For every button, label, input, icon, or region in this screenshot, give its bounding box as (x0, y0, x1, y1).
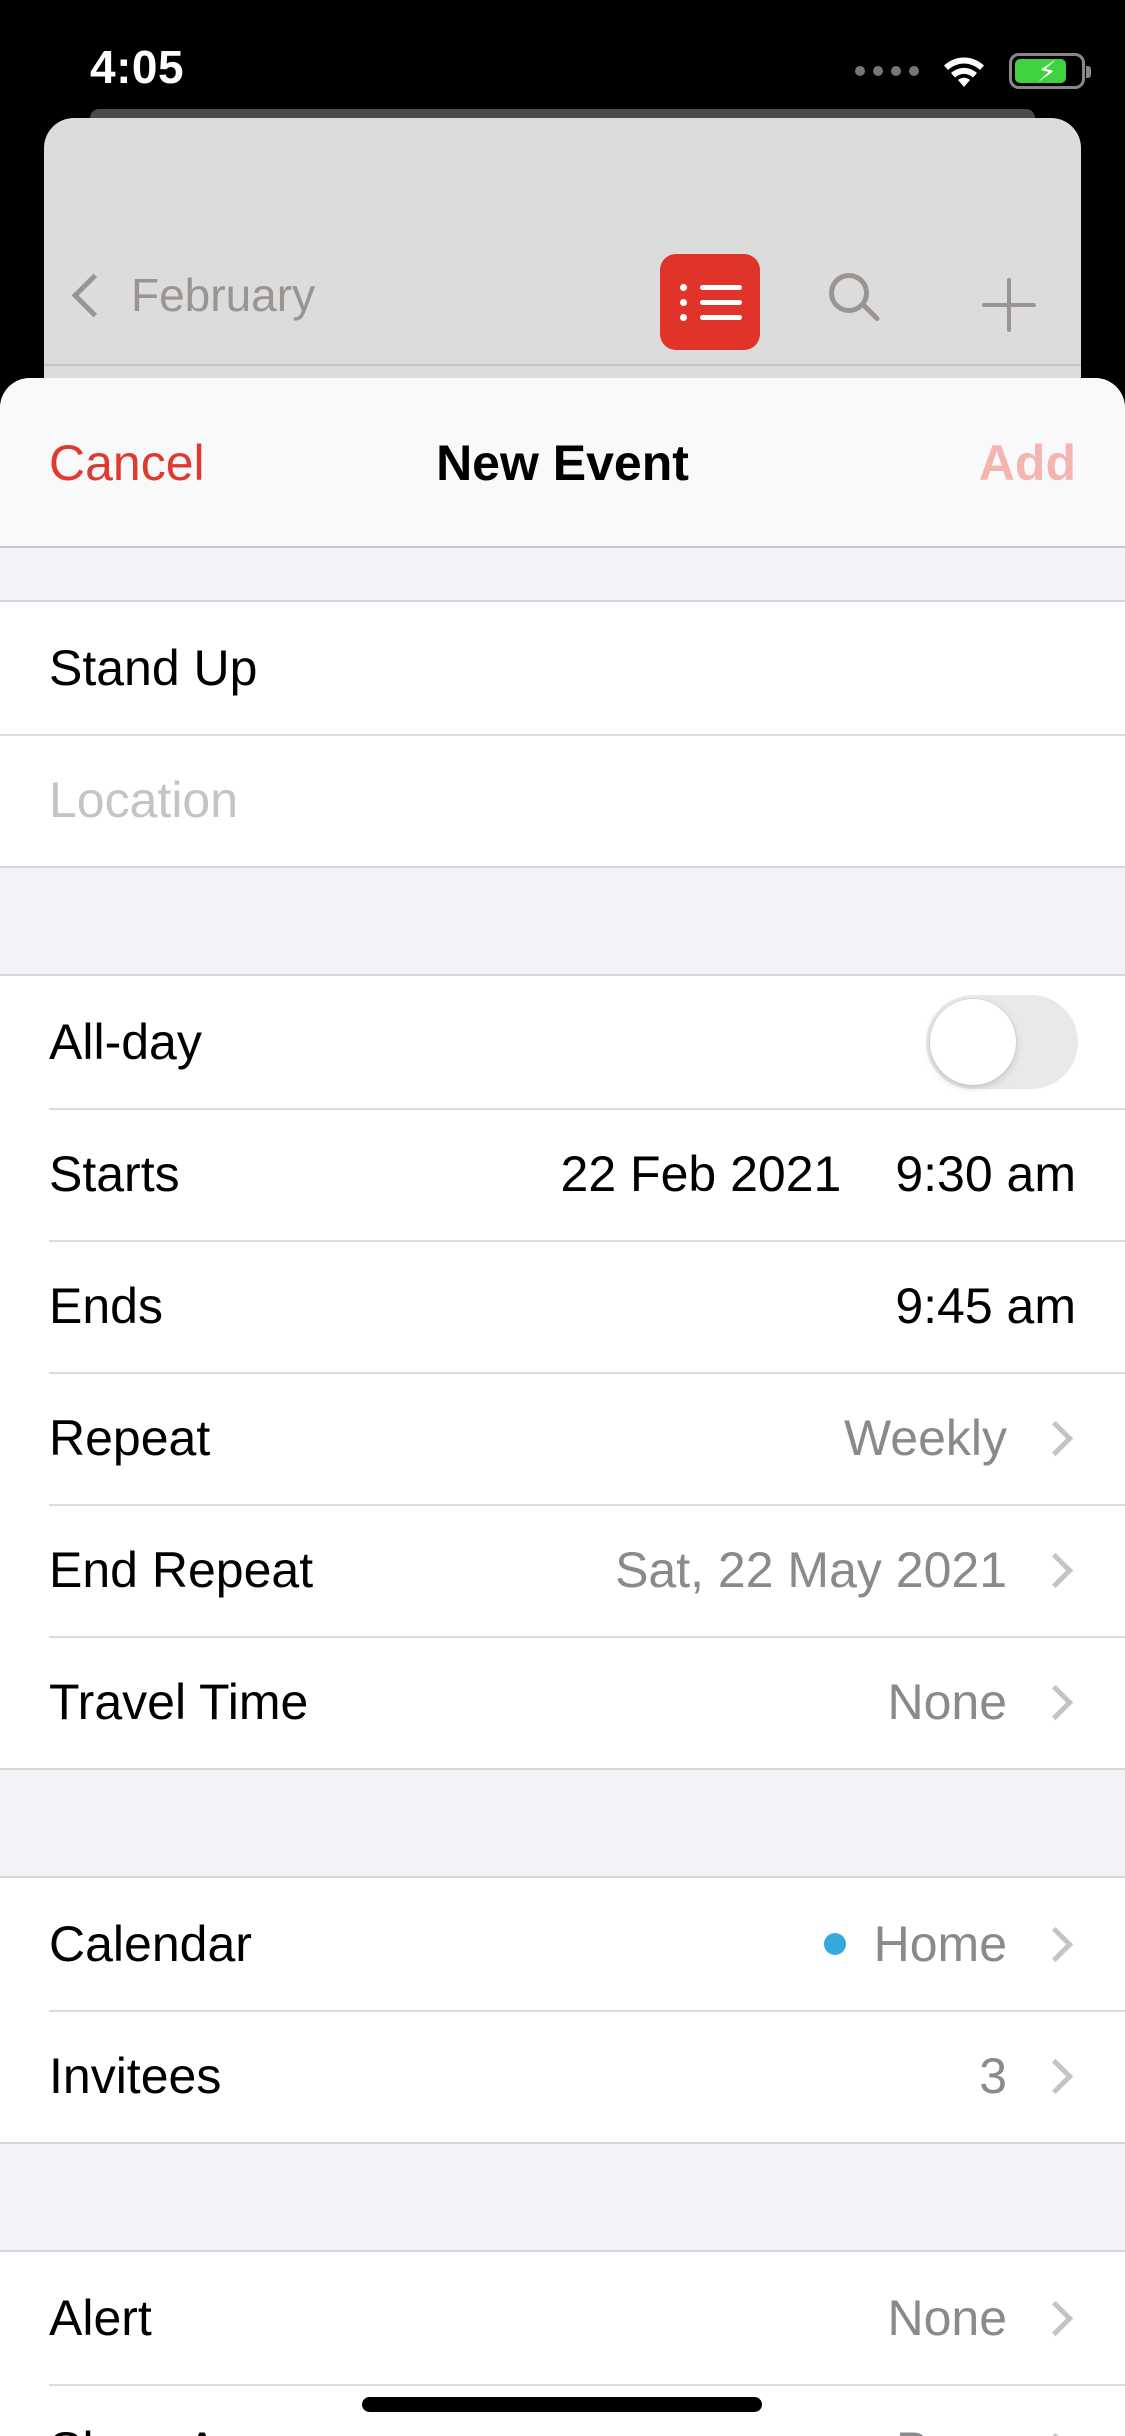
add-button[interactable]: Add (979, 434, 1076, 492)
invitees-count: 3 (979, 2048, 1007, 2104)
chevron-right-icon (1037, 1552, 1074, 1588)
back-button[interactable]: February (64, 268, 315, 322)
show-as-label: Show As (49, 2421, 896, 2436)
plus-icon[interactable] (982, 278, 1036, 332)
alert-label: Alert (49, 2290, 152, 2346)
calendar-value: Home (873, 1916, 1007, 1972)
divider (44, 364, 1081, 366)
all-day-toggle[interactable] (926, 995, 1078, 1089)
ends-row[interactable]: Ends 9:45 am (0, 1240, 1125, 1372)
ends-label: Ends (49, 1278, 163, 1334)
chevron-right-icon (1037, 1926, 1074, 1962)
list-view-button[interactable] (660, 254, 760, 350)
page-title: New Event (436, 435, 689, 491)
status-time: 4:05 (90, 41, 185, 93)
status-bar: 4:05 ⚡ (0, 0, 1125, 120)
sheet-header: Cancel New Event Add (0, 378, 1125, 548)
starts-row[interactable]: Starts 22 Feb 2021 9:30 am (0, 1108, 1125, 1240)
travel-time-label: Travel Time (49, 1674, 309, 1730)
travel-time-value: None (887, 1674, 1007, 1730)
invitees-label: Invitees (49, 2048, 222, 2104)
starts-time[interactable]: 9:30 am (895, 1145, 1076, 1203)
ends-time[interactable]: 9:45 am (895, 1277, 1076, 1335)
alert-row[interactable]: Alert None (0, 2252, 1125, 2384)
location-field[interactable]: Location (0, 734, 1125, 866)
search-icon[interactable] (829, 273, 869, 313)
battery-icon: ⚡ (1009, 53, 1091, 89)
all-day-label: All-day (49, 1014, 202, 1070)
all-day-row: All-day (0, 976, 1125, 1108)
calendar-color-dot (823, 1933, 846, 1955)
show-as-value: Busy (896, 2421, 1007, 2436)
wifi-icon (944, 57, 984, 87)
repeat-row[interactable]: Repeat Weekly (0, 1372, 1125, 1504)
chevron-right-icon (1037, 1684, 1074, 1720)
title-input[interactable]: Stand Up (49, 639, 1076, 697)
repeat-label: Repeat (49, 1410, 211, 1466)
back-label: February (131, 269, 316, 321)
new-event-sheet: Cancel New Event Add Stand Up Location A… (0, 378, 1125, 2436)
starts-label: Starts (49, 1146, 180, 1202)
title-location-group: Stand Up Location (0, 600, 1125, 868)
invitees-row[interactable]: Invitees 3 (0, 2010, 1125, 2142)
title-field[interactable]: Stand Up (0, 602, 1125, 734)
calendar-group: Calendar Home Invitees 3 (0, 1876, 1125, 2144)
starts-date[interactable]: 22 Feb 2021 (561, 1145, 842, 1203)
end-repeat-label: End Repeat (49, 1542, 314, 1598)
timing-group: All-day Starts 22 Feb 2021 9:30 am Ends … (0, 974, 1125, 1770)
travel-time-row[interactable]: Travel Time None (0, 1636, 1125, 1768)
cellular-signal-icon (855, 66, 919, 76)
chevron-right-icon (1037, 2300, 1074, 2336)
repeat-value: Weekly (843, 1410, 1007, 1466)
calendar-label: Calendar (49, 1916, 252, 1972)
chevron-left-icon (71, 273, 116, 317)
end-repeat-value: Sat, 22 May 2021 (615, 1542, 1007, 1598)
end-repeat-row[interactable]: End Repeat Sat, 22 May 2021 (0, 1504, 1125, 1636)
home-indicator[interactable] (362, 2397, 762, 2412)
calendar-row[interactable]: Calendar Home (0, 1878, 1125, 2010)
location-input[interactable]: Location (49, 771, 1076, 829)
alert-value: None (887, 2290, 1007, 2346)
status-icons: ⚡ (855, 46, 1091, 96)
chevron-right-icon (1037, 2432, 1074, 2436)
chevron-right-icon (1037, 1420, 1074, 1456)
chevron-right-icon (1037, 2058, 1074, 2094)
